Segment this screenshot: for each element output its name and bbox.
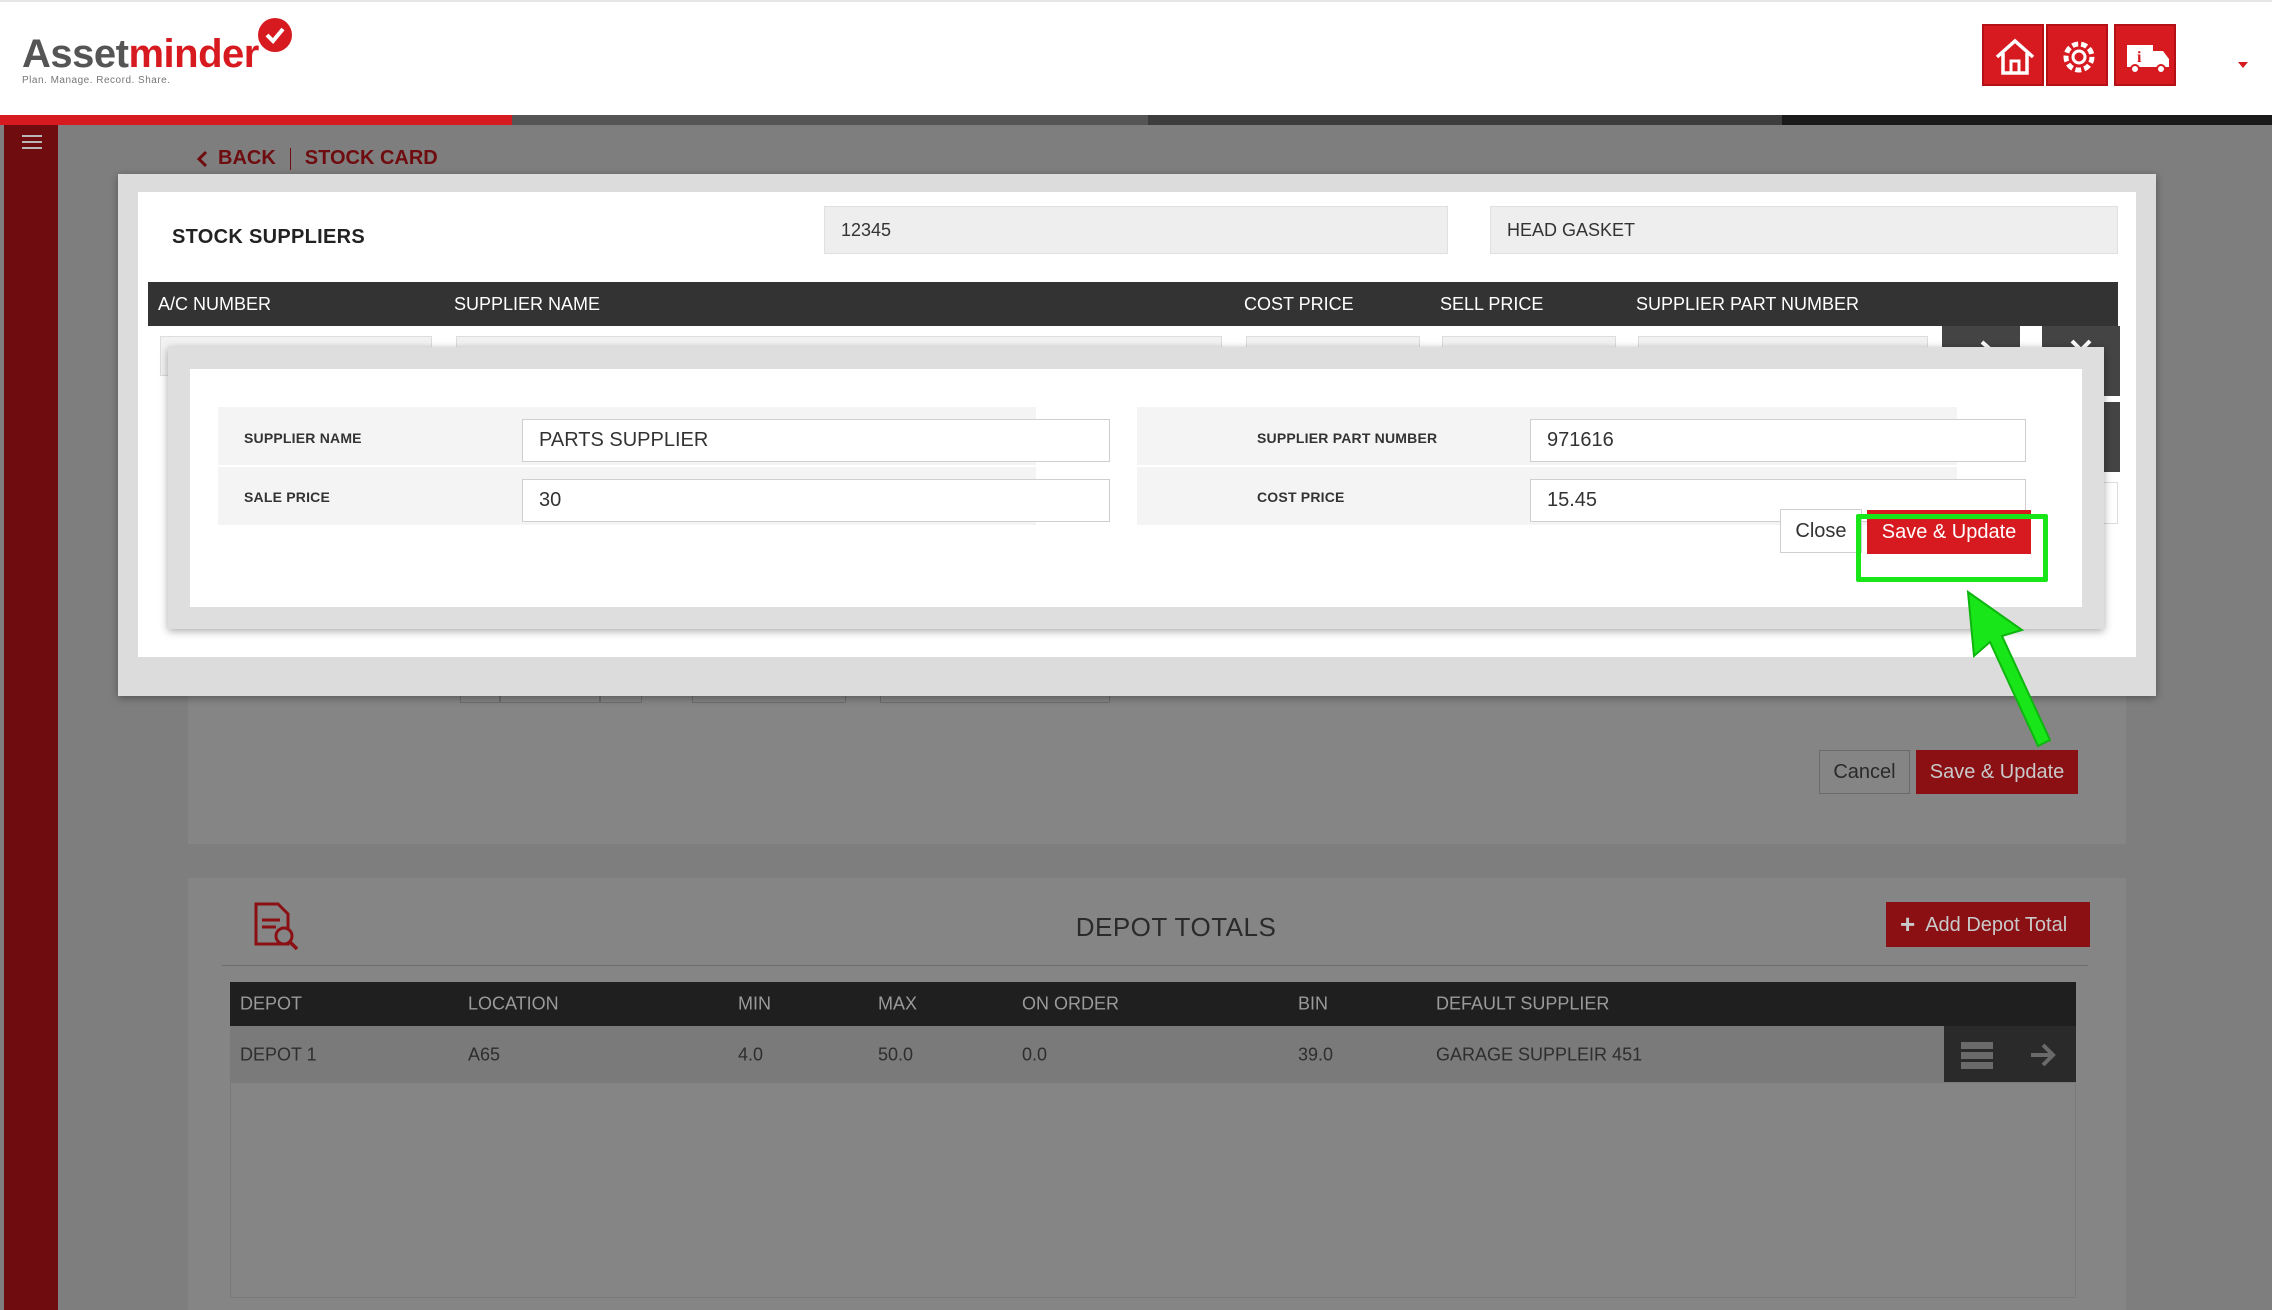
supplier-part-number-label: SUPPLIER PART NUMBER <box>1257 430 1438 446</box>
edit-supplier-modal: SUPPLIER NAME PARTS SUPPLIER SUPPLIER PA… <box>168 347 2104 629</box>
pointer-arrow-icon <box>1966 590 2052 748</box>
bin-cell: 39.0 <box>1298 1044 1334 1065</box>
home-button[interactable] <box>1982 24 2044 86</box>
vehicle-info-icon: i <box>2127 45 2169 74</box>
chevron-left-icon <box>196 150 208 167</box>
depot-totals-table: DEPOT LOCATION MIN MAX ON ORDER BIN DEFA… <box>230 982 2076 1084</box>
location-cell: A65 <box>468 1044 501 1065</box>
edit-supplier-form: SUPPLIER NAME PARTS SUPPLIER SUPPLIER PA… <box>190 369 2082 607</box>
logo-prefix: Asset <box>22 32 129 76</box>
table-row[interactable]: DEPOT 1 A65 4.0 50.0 0.0 39.0 GARAGE SUP… <box>230 1026 2076 1084</box>
save-button-highlight <box>1856 514 2048 582</box>
svg-text:i: i <box>2137 49 2142 66</box>
breadcrumb-current: STOCK CARD <box>304 147 438 169</box>
add-depot-total-button[interactable]: + Add Depot Total <box>1886 902 2090 947</box>
default-supplier-cell: GARAGE SUPPLEIR 451 <box>1436 1044 1643 1065</box>
home-icon <box>1995 38 2035 75</box>
stack-list-icon[interactable] <box>1960 1040 1994 1070</box>
assetminder-logo[interactable]: Assetminder Plan. Manage. Record. Share. <box>22 18 292 86</box>
logo-wordmark: Assetminder <box>22 32 259 77</box>
hamburger-menu-icon[interactable] <box>22 135 42 153</box>
on-order-cell: 0.0 <box>1022 1044 1048 1065</box>
column-header: LOCATION <box>468 993 559 1014</box>
supplier-name-label: SUPPLIER NAME <box>244 430 362 446</box>
plus-icon: + <box>1900 909 1916 939</box>
column-header: BIN <box>1298 993 1329 1014</box>
table-header: DEPOT LOCATION MIN MAX ON ORDER BIN DEFA… <box>230 982 2076 1026</box>
supplier-name-field[interactable]: PARTS SUPPLIER <box>522 419 1110 462</box>
breadcrumb: BACK STOCK CARD <box>196 147 438 170</box>
suppliers-table-header: A/C NUMBER SUPPLIER NAME COST PRICE SELL… <box>148 282 2118 326</box>
save-update-button-background[interactable]: Save & Update <box>1916 750 2078 794</box>
column-header: ON ORDER <box>1022 993 1120 1014</box>
column-header: SUPPLIER PART NUMBER <box>1636 294 1860 314</box>
logo-suffix: minder <box>128 32 259 76</box>
stock-suppliers-title: STOCK SUPPLIERS <box>172 226 366 248</box>
top-header: Assetminder Plan. Manage. Record. Share.… <box>0 0 2272 115</box>
add-depot-total-label: Add Depot Total <box>1925 914 2068 936</box>
part-name-field: HEAD GASKET <box>1490 206 2118 254</box>
checkmark-icon <box>258 18 292 52</box>
part-code-field: 12345 <box>824 206 1448 254</box>
sale-price-field[interactable]: 30 <box>522 479 1110 522</box>
sale-price-label: SALE PRICE <box>244 489 331 505</box>
row-actions <box>1944 1026 2076 1084</box>
supplier-part-number-field[interactable]: 971616 <box>1530 419 2026 462</box>
column-header: MAX <box>878 993 918 1014</box>
user-menu-caret[interactable] <box>2238 62 2248 68</box>
vehicle-info-button[interactable]: i <box>2114 24 2176 86</box>
divider <box>222 965 2088 966</box>
cost-price-label: COST PRICE <box>1257 489 1345 505</box>
column-header: DEFAULT SUPPLIER <box>1436 993 1610 1014</box>
column-header: MIN <box>738 993 771 1014</box>
column-header: A/C NUMBER <box>158 294 272 314</box>
stage-progress-bar <box>0 115 2272 125</box>
service-button[interactable] <box>2046 24 2108 86</box>
column-header: SELL PRICE <box>1440 294 1544 314</box>
left-sidebar <box>4 125 58 1310</box>
back-link[interactable]: BACK <box>218 147 276 170</box>
cancel-button[interactable]: Cancel <box>1819 750 1910 794</box>
table-empty-area <box>230 1082 2076 1298</box>
min-cell: 4.0 <box>738 1044 764 1065</box>
max-cell: 50.0 <box>878 1044 914 1065</box>
close-button[interactable]: Close <box>1780 509 1862 553</box>
column-header: SUPPLIER NAME <box>454 294 601 314</box>
arrow-right-icon[interactable] <box>2028 1040 2058 1070</box>
depot-cell: DEPOT 1 <box>240 1044 317 1065</box>
column-header: COST PRICE <box>1244 294 1354 314</box>
column-header: DEPOT <box>240 993 303 1014</box>
service-gear-icon <box>2063 41 2095 73</box>
